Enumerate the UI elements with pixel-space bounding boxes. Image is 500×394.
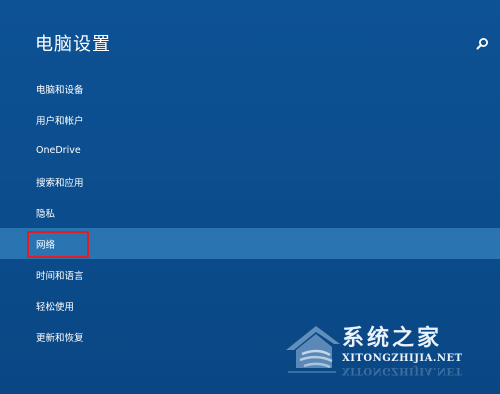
nav-item-label: 更新和恢复 — [36, 332, 84, 344]
nav-item-ease-of-access[interactable]: 轻松使用 — [0, 290, 500, 321]
nav-item-onedrive[interactable]: OneDrive — [0, 135, 500, 166]
red-highlight-box — [27, 231, 89, 258]
nav-item-label: 电脑和设备 — [36, 84, 84, 96]
watermark-url: XITONGZHIJIA.NET — [342, 353, 463, 364]
watermark: 系统之家 XITONGZHIJIA.NET XITONGZHIJIA.NET — [282, 320, 482, 384]
watermark-title: 系统之家 — [342, 326, 443, 351]
nav-item-label: 搜索和应用 — [36, 177, 84, 189]
nav-item-time-and-language[interactable]: 时间和语言 — [0, 259, 500, 290]
nav-item-privacy[interactable]: 隐私 — [0, 197, 500, 228]
nav-item-label: OneDrive — [36, 145, 81, 156]
house-logo-icon — [286, 326, 340, 373]
pc-settings-screen: 电脑设置 电脑和设备 用户和帐户 OneDrive 搜索和应用 隐私 网络 时间… — [0, 0, 500, 394]
nav-item-pc-and-devices[interactable]: 电脑和设备 — [0, 73, 500, 104]
nav-item-label: 隐私 — [36, 208, 56, 220]
search-icon — [476, 38, 488, 50]
page-title: 电脑设置 — [35, 34, 111, 55]
settings-nav: 电脑和设备 用户和帐户 OneDrive 搜索和应用 隐私 网络 时间和语言 轻… — [0, 73, 500, 352]
nav-item-network[interactable]: 网络 — [0, 228, 500, 259]
nav-item-label: 时间和语言 — [36, 270, 84, 282]
search-button[interactable] — [474, 36, 490, 52]
nav-item-search-and-apps[interactable]: 搜索和应用 — [0, 166, 500, 197]
nav-item-label: 轻松使用 — [36, 301, 75, 313]
watermark-url-reflection: XITONGZHIJIA.NET — [342, 365, 463, 376]
nav-item-label: 用户和帐户 — [36, 115, 84, 127]
nav-item-accounts[interactable]: 用户和帐户 — [0, 104, 500, 135]
